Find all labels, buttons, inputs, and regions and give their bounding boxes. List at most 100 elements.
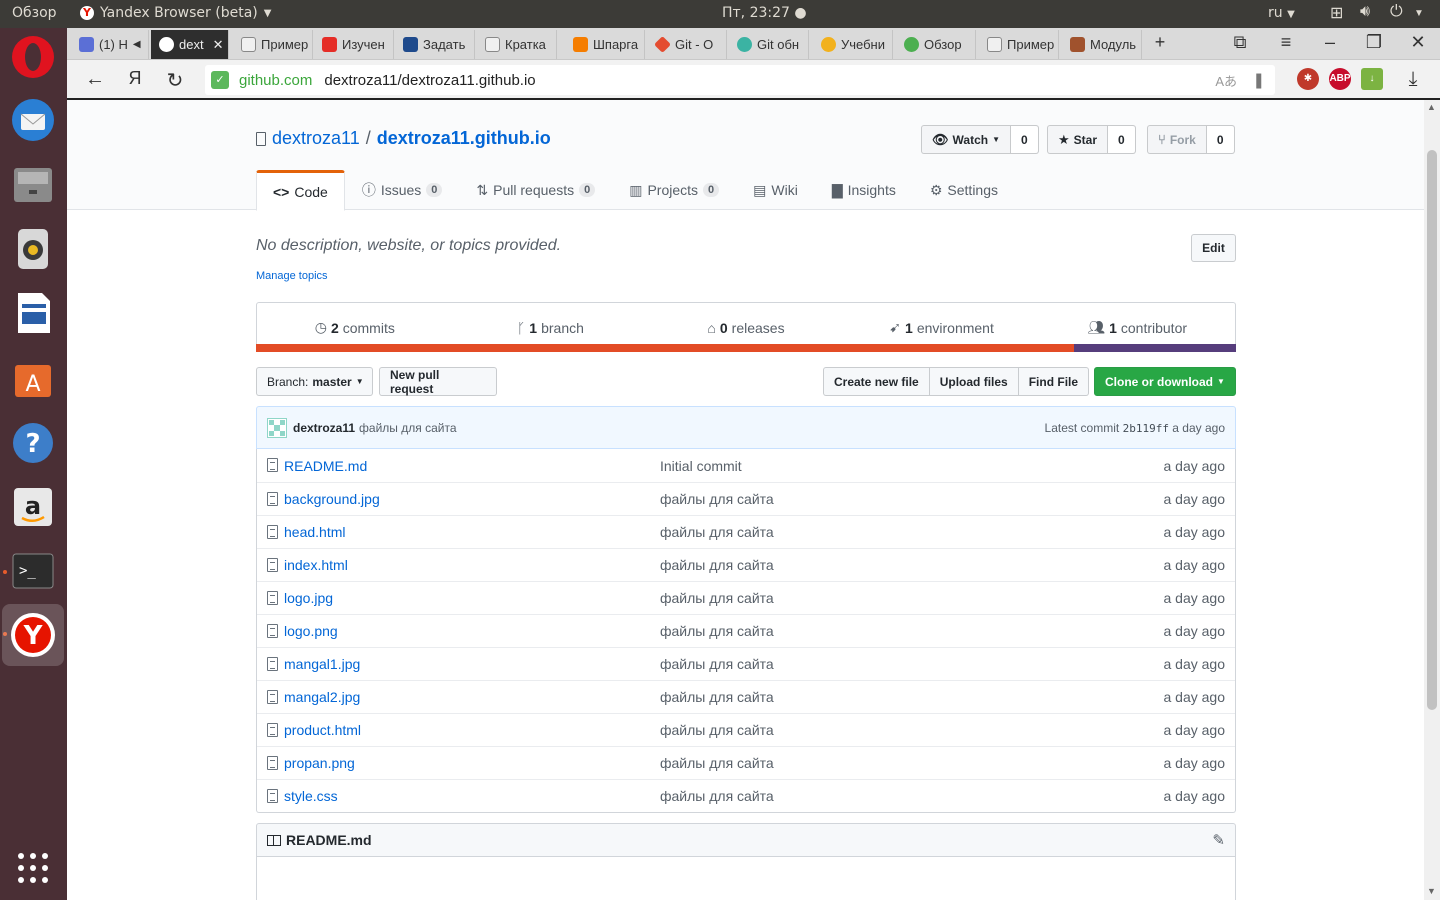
file-commit-message-link[interactable]: файлы для сайта [660, 755, 774, 771]
scrollbar-thumb[interactable] [1427, 150, 1437, 710]
tab-github[interactable]: dext ✕ [151, 30, 229, 59]
menu-icon[interactable]: ≡ [1273, 32, 1299, 53]
show-apps-icon[interactable] [8, 843, 58, 893]
back-button[interactable]: ← [83, 68, 107, 91]
create-new-file-button[interactable]: Create new file [823, 367, 930, 396]
rhythmbox-launcher-icon[interactable] [8, 224, 58, 274]
tab[interactable]: Кратка [477, 30, 557, 59]
upload-files-button[interactable]: Upload files [928, 367, 1019, 396]
file-name-link[interactable]: README.md [284, 458, 367, 474]
page-scrollbar[interactable]: ▲ ▼ [1424, 100, 1440, 900]
yandex-browser-launcher-icon[interactable]: Y [2, 604, 64, 666]
translate-icon[interactable]: Aあ [1215, 71, 1237, 90]
file-name-link[interactable]: mangal1.jpg [284, 656, 360, 672]
tab[interactable]: Пример [233, 30, 313, 59]
file-name-link[interactable]: product.html [284, 722, 361, 738]
tab-issues[interactable]: ⓘ Issues 0 [345, 170, 460, 210]
amazon-launcher-icon[interactable]: a [8, 482, 58, 532]
tab-insights[interactable]: ▇ Insights [815, 170, 913, 210]
branch-select[interactable]: Branch: master ▼ [256, 367, 373, 396]
manage-topics-link[interactable]: Manage topics [256, 270, 328, 282]
power-icon[interactable]: ⏻ [1390, 3, 1403, 21]
watch-button[interactable]: 👁︎ Watch ▼ 0 [921, 125, 1039, 154]
volume-icon[interactable]: 🔊︎ [1360, 3, 1370, 21]
chevron-down-icon[interactable]: ▼ [1414, 8, 1424, 19]
watch-count[interactable]: 0 [1011, 126, 1038, 153]
tab-projects[interactable]: ▥ Projects 0 [612, 170, 736, 210]
file-commit-message-link[interactable]: файлы для сайта [660, 491, 774, 507]
file-commit-message-link[interactable]: Initial commit [660, 458, 742, 474]
close-icon[interactable]: ✕ [213, 37, 224, 53]
language-indicator[interactable]: ru ▼ [1268, 5, 1295, 21]
activities-button[interactable]: Обзор [12, 5, 57, 21]
tab-youtube-notification[interactable]: (1) Н ◀︎ [71, 30, 149, 59]
file-commit-message-link[interactable]: файлы для сайта [660, 590, 774, 606]
file-name-link[interactable]: logo.jpg [284, 590, 333, 606]
language-bar[interactable] [256, 344, 1236, 352]
scroll-up-arrow[interactable]: ▲ [1427, 102, 1436, 112]
repo-owner-link[interactable]: dextroza11 [272, 128, 360, 149]
tab[interactable]: Шпарга [565, 30, 645, 59]
file-name-link[interactable]: background.jpg [284, 491, 380, 507]
tab[interactable]: Пример [979, 30, 1059, 59]
file-name-link[interactable]: index.html [284, 557, 348, 573]
find-file-button[interactable]: Find File [1017, 367, 1090, 396]
clone-or-download-button[interactable]: Clone or download ▼ [1094, 367, 1236, 396]
file-commit-message-link[interactable]: файлы для сайта [660, 524, 774, 540]
tab-settings[interactable]: ⚙ Settings [913, 170, 1015, 210]
software-center-launcher-icon[interactable]: A [8, 353, 58, 403]
commit-sha-link[interactable]: 2b119ff [1123, 422, 1169, 435]
repo-name-link[interactable]: dextroza11.github.io [377, 128, 551, 149]
adblock-extension-icon[interactable]: ABP [1329, 68, 1351, 90]
file-commit-message-link[interactable]: файлы для сайта [660, 656, 774, 672]
file-name-link[interactable]: logo.png [284, 623, 338, 639]
network-icon[interactable]: ⊞ [1330, 3, 1343, 23]
terminal-launcher-icon[interactable]: >_ [8, 546, 58, 596]
star-count[interactable]: 0 [1108, 126, 1135, 153]
avatar[interactable] [267, 417, 287, 438]
bookmark-icon[interactable]: ❚ [1252, 71, 1265, 89]
app-menu[interactable]: Y Yandex Browser (beta) ▼ [80, 5, 271, 21]
tab[interactable]: Обзор [896, 30, 976, 59]
minimize-button[interactable]: – [1317, 32, 1343, 53]
file-commit-message-link[interactable]: файлы для сайта [660, 557, 774, 573]
downloads-icon[interactable]: ⤓ [1401, 68, 1425, 91]
file-name-link[interactable]: head.html [284, 524, 345, 540]
file-commit-message-link[interactable]: файлы для сайта [660, 722, 774, 738]
commit-message-link[interactable]: файлы для сайта [359, 421, 456, 435]
tab[interactable]: Git обн [729, 30, 809, 59]
file-commit-message-link[interactable]: файлы для сайта [660, 788, 774, 804]
bug-extension-icon[interactable]: ✱ [1297, 68, 1319, 90]
download-extension-icon[interactable]: ↓ [1361, 68, 1383, 90]
file-commit-message-link[interactable]: файлы для сайта [660, 689, 774, 705]
close-window-button[interactable]: ✕ [1405, 32, 1431, 53]
tab-wiki[interactable]: ▤ Wiki [736, 170, 815, 210]
restore-button[interactable]: ❐ [1361, 32, 1387, 53]
tab[interactable]: Модуль [1062, 30, 1142, 59]
scroll-down-arrow[interactable]: ▼ [1427, 886, 1436, 896]
files-launcher-icon[interactable] [8, 160, 58, 210]
edit-button[interactable]: Edit [1191, 234, 1236, 262]
new-tab-button[interactable]: + [1147, 32, 1173, 53]
tab-manager-icon[interactable]: ⧉ [1227, 32, 1253, 53]
new-pull-request-button[interactable]: New pull request [379, 367, 497, 396]
writer-launcher-icon[interactable] [8, 288, 58, 338]
file-name-link[interactable]: propan.png [284, 755, 355, 771]
url-field[interactable]: ✓ github.com dextroza11/dextroza11.githu… [205, 65, 1275, 95]
file-name-link[interactable]: style.css [284, 788, 338, 804]
tab-pull-requests[interactable]: ⇅ Pull requests 0 [459, 170, 612, 210]
commit-author-link[interactable]: dextroza11 [293, 421, 355, 435]
tab[interactable]: Учебни [813, 30, 893, 59]
tab[interactable]: Изучен [314, 30, 394, 59]
thunderbird-launcher-icon[interactable] [8, 95, 58, 145]
fork-button[interactable]: ⑂ Fork 0 [1147, 125, 1235, 154]
clock[interactable]: Пт, 23:27 ● [722, 5, 807, 21]
file-name-link[interactable]: mangal2.jpg [284, 689, 360, 705]
star-button[interactable]: ★ Star 0 [1047, 125, 1136, 154]
tab[interactable]: Git - О [647, 30, 727, 59]
pencil-icon[interactable]: ✎ [1212, 831, 1225, 849]
tab-code[interactable]: <> Code [256, 170, 345, 211]
reload-button[interactable]: ↻ [163, 68, 187, 93]
help-launcher-icon[interactable]: ? [8, 418, 58, 468]
opera-launcher-icon[interactable] [8, 32, 58, 82]
